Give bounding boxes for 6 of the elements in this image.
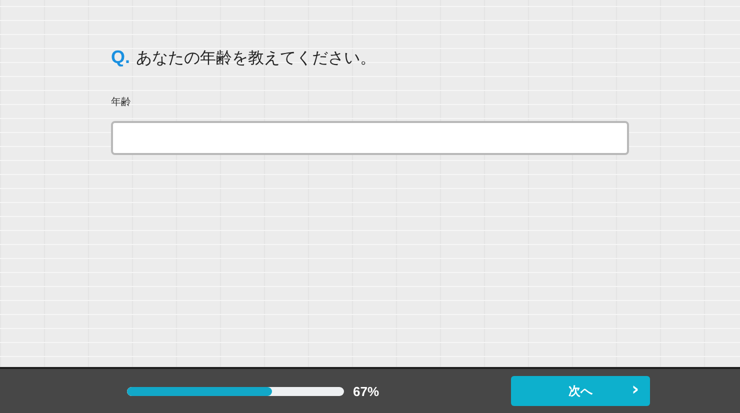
question-prefix: Q. (111, 47, 130, 68)
progress-reading: 67% (353, 384, 380, 398)
next-button[interactable]: 次へ › (511, 376, 650, 406)
question-text: あなたの年齢を教えてください。 (136, 48, 376, 69)
field-label: 年齢 (111, 96, 131, 109)
input-field[interactable] (111, 121, 629, 155)
